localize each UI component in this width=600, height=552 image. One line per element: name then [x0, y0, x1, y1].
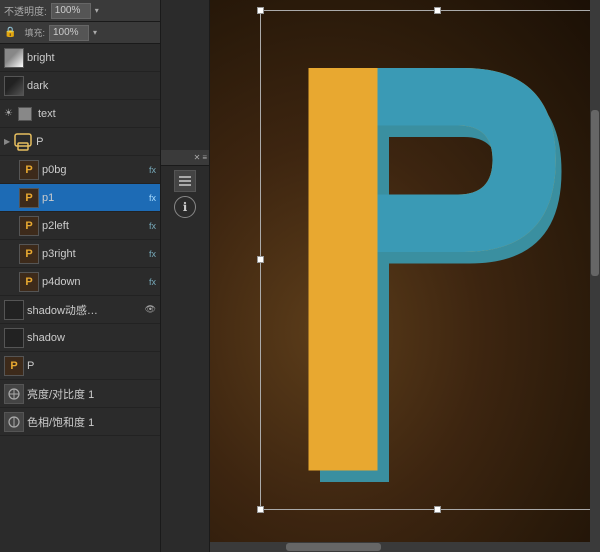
layer-name-text: text	[38, 108, 156, 120]
layer-p4down[interactable]: P p4down fx	[0, 268, 160, 296]
layer-fx-p0bg: fx	[149, 165, 156, 175]
layer-name-shadow-motion: shadow动感…	[27, 302, 140, 318]
layer-thumb-brightness	[4, 384, 24, 404]
layer-fx-p1: fx	[149, 193, 156, 203]
layer-thumb-hue-sat	[4, 412, 24, 432]
layer-shadow-motion[interactable]: shadow动感… 👁	[0, 296, 160, 324]
eye-icon-shadow-motion[interactable]: 👁	[145, 304, 156, 315]
layer-p1[interactable]: P p1 fx	[0, 184, 160, 212]
mini-info-icon[interactable]: ℹ	[174, 196, 196, 218]
layer-shadow[interactable]: shadow	[0, 324, 160, 352]
layer-name-p4down: p4down	[42, 276, 144, 288]
mini-icon-row-1	[165, 170, 205, 192]
layer-thumb-dark	[4, 76, 24, 96]
p-letter-container	[270, 30, 600, 520]
layer-thumb-p4down: P	[19, 272, 39, 292]
layer-thumb-p3right: P	[19, 244, 39, 264]
canvas-area	[210, 0, 600, 552]
layer-p0bg[interactable]: P p0bg fx	[0, 156, 160, 184]
p-letter-svg	[285, 45, 585, 505]
layer-thumb-P-standalone: P	[4, 356, 24, 376]
layer-name-p1: p1	[42, 192, 144, 204]
layer-thumb-bright	[4, 48, 24, 68]
layer-name-bright: bright	[27, 52, 156, 64]
scrollbar-horizontal[interactable]	[210, 542, 590, 552]
layer-thumb-p2left: P	[19, 216, 39, 236]
layer-hue-sat[interactable]: 色相/饱和度 1	[0, 408, 160, 436]
layer-name-p0bg: p0bg	[42, 164, 144, 176]
layer-name-group-P: P	[36, 136, 156, 148]
layer-bright[interactable]: bright	[0, 44, 160, 72]
layer-dark[interactable]: dark	[0, 72, 160, 100]
layer-name-p3right: p3right	[42, 248, 144, 260]
opacity-value[interactable]: 100%	[51, 3, 91, 19]
opacity-label: 不透明度:	[4, 3, 47, 18]
layer-fx-p4down: fx	[149, 277, 156, 287]
layer-thumb-p1: P	[19, 188, 39, 208]
layer-name-shadow: shadow	[27, 332, 156, 344]
layer-name-dark: dark	[27, 80, 156, 92]
layer-brightness[interactable]: 亮度/对比度 1	[0, 380, 160, 408]
layer-thumb-shadow	[4, 328, 24, 348]
lock-icon: 🔒	[4, 27, 16, 38]
scrollbar-vertical-thumb[interactable]	[591, 110, 599, 276]
layer-thumb-text-color	[18, 107, 32, 121]
opacity-dropdown-arrow[interactable]: ▾	[95, 6, 99, 15]
layer-P-standalone[interactable]: P P	[0, 352, 160, 380]
sun-icon: ☀	[4, 108, 13, 119]
layer-p2left[interactable]: P p2left fx	[0, 212, 160, 240]
layer-name-hue-sat: 色相/饱和度 1	[27, 414, 156, 430]
mini-panel-titlebar: ✕ ≡	[161, 150, 209, 166]
fill-value[interactable]: 100%	[49, 25, 89, 41]
group-expand-arrow[interactable]: ▶	[4, 137, 10, 146]
opacity-bar: 不透明度: 100% ▾	[0, 0, 160, 22]
layers-panel: 不透明度: 100% ▾ 🔒 填充: 100% ▾ bright dark ☀ …	[0, 0, 160, 552]
layer-thumb-shadow-motion	[4, 300, 24, 320]
fill-bar: 🔒 填充: 100% ▾	[0, 22, 160, 44]
layer-thumb-group-P	[13, 132, 33, 152]
layer-thumb-p0bg: P	[19, 160, 39, 180]
layer-text[interactable]: ☀ text	[0, 100, 160, 128]
mini-panel-body: ℹ	[161, 166, 209, 222]
mini-properties-panel: ✕ ≡ ℹ	[160, 0, 210, 552]
layer-name-p2left: p2left	[42, 220, 144, 232]
layer-name-brightness: 亮度/对比度 1	[27, 386, 156, 402]
mini-spacer	[161, 0, 209, 150]
mini-menu-btn[interactable]: ≡	[202, 153, 207, 162]
fill-label: 填充:	[24, 26, 45, 39]
layer-p3right[interactable]: P p3right fx	[0, 240, 160, 268]
fill-dropdown-arrow[interactable]: ▾	[93, 28, 97, 37]
layers-list: bright dark ☀ text ▶ P P p0bg fx	[0, 44, 160, 552]
layer-fx-p2left: fx	[149, 221, 156, 231]
scrollbar-vertical[interactable]	[590, 0, 600, 552]
mini-layers-icon[interactable]	[174, 170, 196, 192]
layer-fx-p3right: fx	[149, 249, 156, 259]
mini-close-btn[interactable]: ✕	[194, 153, 201, 162]
layer-group-P[interactable]: ▶ P	[0, 128, 160, 156]
layer-name-P-standalone: P	[27, 360, 156, 372]
mini-icon-row-2: ℹ	[165, 196, 205, 218]
scrollbar-horizontal-thumb[interactable]	[286, 543, 381, 551]
